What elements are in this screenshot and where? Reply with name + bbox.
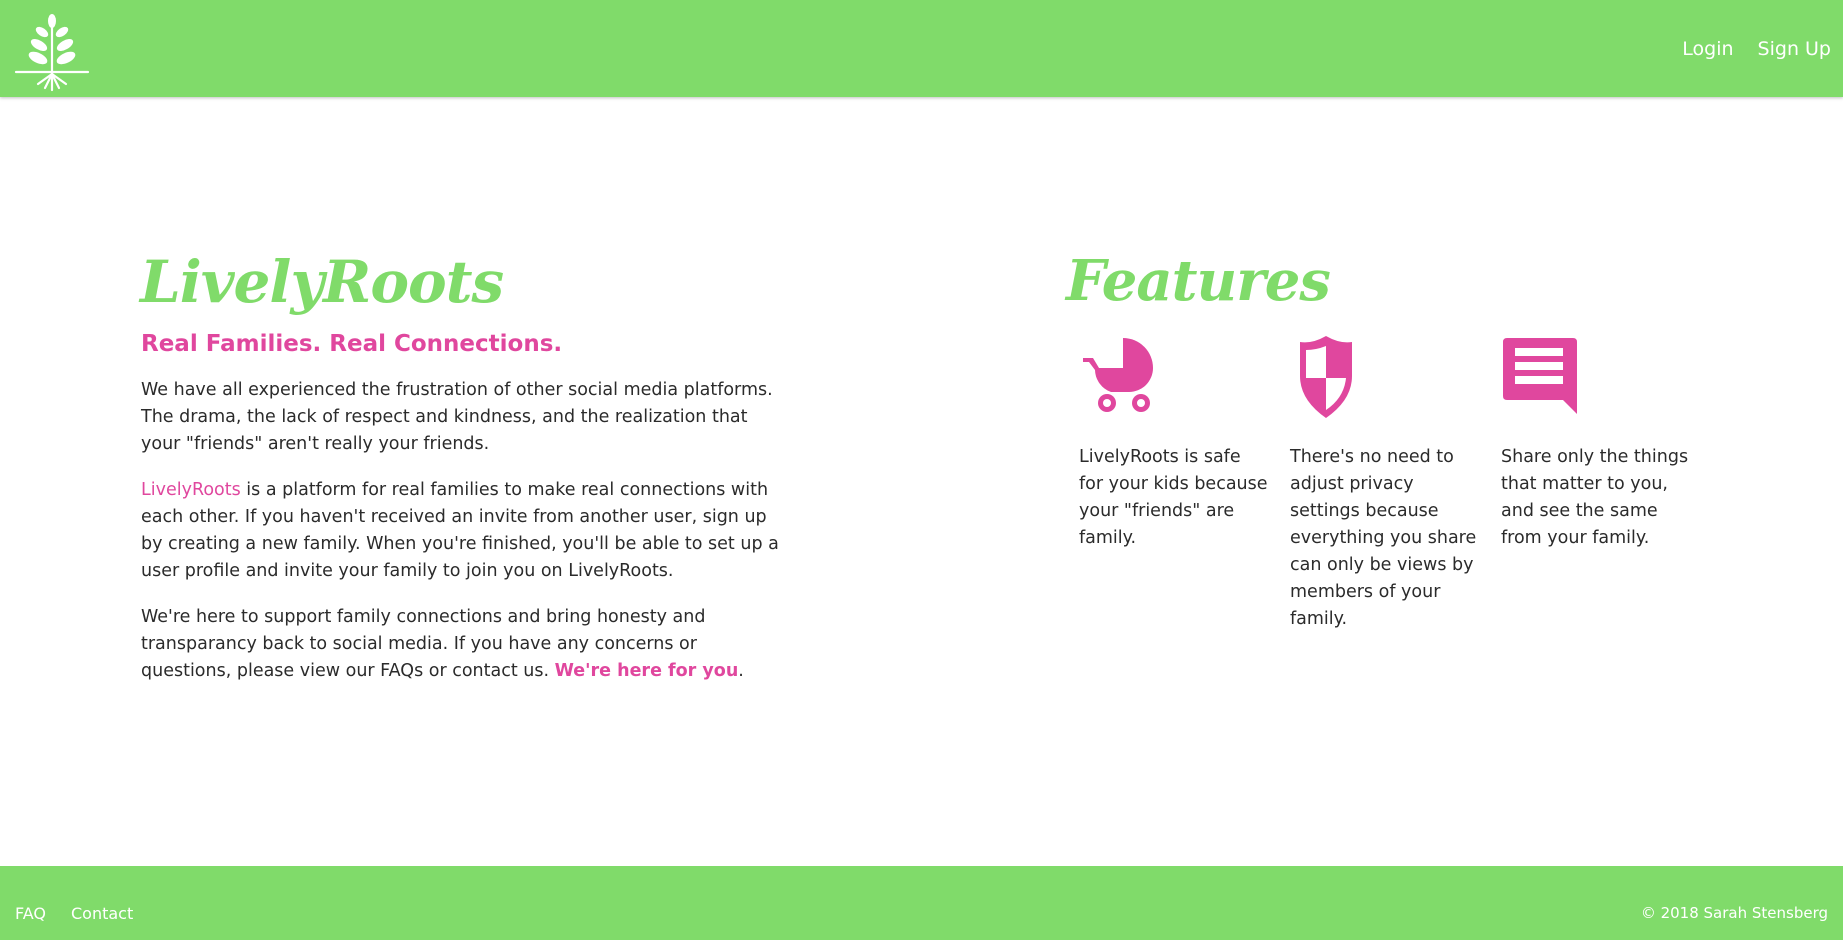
brand-title: LivelyRoots xyxy=(140,248,504,316)
nav-links: Login Sign Up xyxy=(1682,36,1843,62)
login-link[interactable]: Login xyxy=(1682,36,1733,62)
intro-text: We have all experienced the frustration … xyxy=(141,377,781,704)
intro-paragraph-3: We're here to support family connections… xyxy=(141,604,781,685)
intro-paragraph-2: LivelyRoots is a platform for real famil… xyxy=(141,477,781,585)
brand-mention: LivelyRoots xyxy=(141,480,241,500)
contact-link[interactable]: Contact xyxy=(71,904,133,923)
top-navbar: Login Sign Up xyxy=(0,0,1843,97)
feature-privacy: There's no need to adjust privacy settin… xyxy=(1290,336,1480,633)
shield-icon xyxy=(1290,336,1480,420)
features-title: Features xyxy=(1066,248,1331,314)
here-for-you-link[interactable]: We're here for you xyxy=(555,661,739,681)
chat-bubble-icon xyxy=(1501,336,1691,420)
feature-text: There's no need to adjust privacy settin… xyxy=(1290,447,1477,629)
feature-share: Share only the things that matter to you… xyxy=(1501,336,1691,552)
intro-paragraph-3-end: . xyxy=(738,661,744,681)
tagline: Real Families. Real Connections. xyxy=(141,331,563,357)
copyright: © 2018 Sarah Stensberg xyxy=(1640,904,1828,922)
stroller-icon xyxy=(1079,336,1269,420)
footer: FAQ Contact © 2018 Sarah Stensberg xyxy=(0,866,1843,940)
tree-roots-logo-icon[interactable] xyxy=(12,12,92,92)
faq-link[interactable]: FAQ xyxy=(15,904,46,923)
feature-text: LivelyRoots is safe for your kids becaus… xyxy=(1079,447,1268,548)
feature-text: Share only the things that matter to you… xyxy=(1501,447,1689,548)
footer-links: FAQ Contact xyxy=(15,904,133,923)
feature-safe-for-kids: LivelyRoots is safe for your kids becaus… xyxy=(1079,336,1269,552)
intro-paragraph-1: We have all experienced the frustration … xyxy=(141,380,773,454)
signup-link[interactable]: Sign Up xyxy=(1758,36,1831,62)
